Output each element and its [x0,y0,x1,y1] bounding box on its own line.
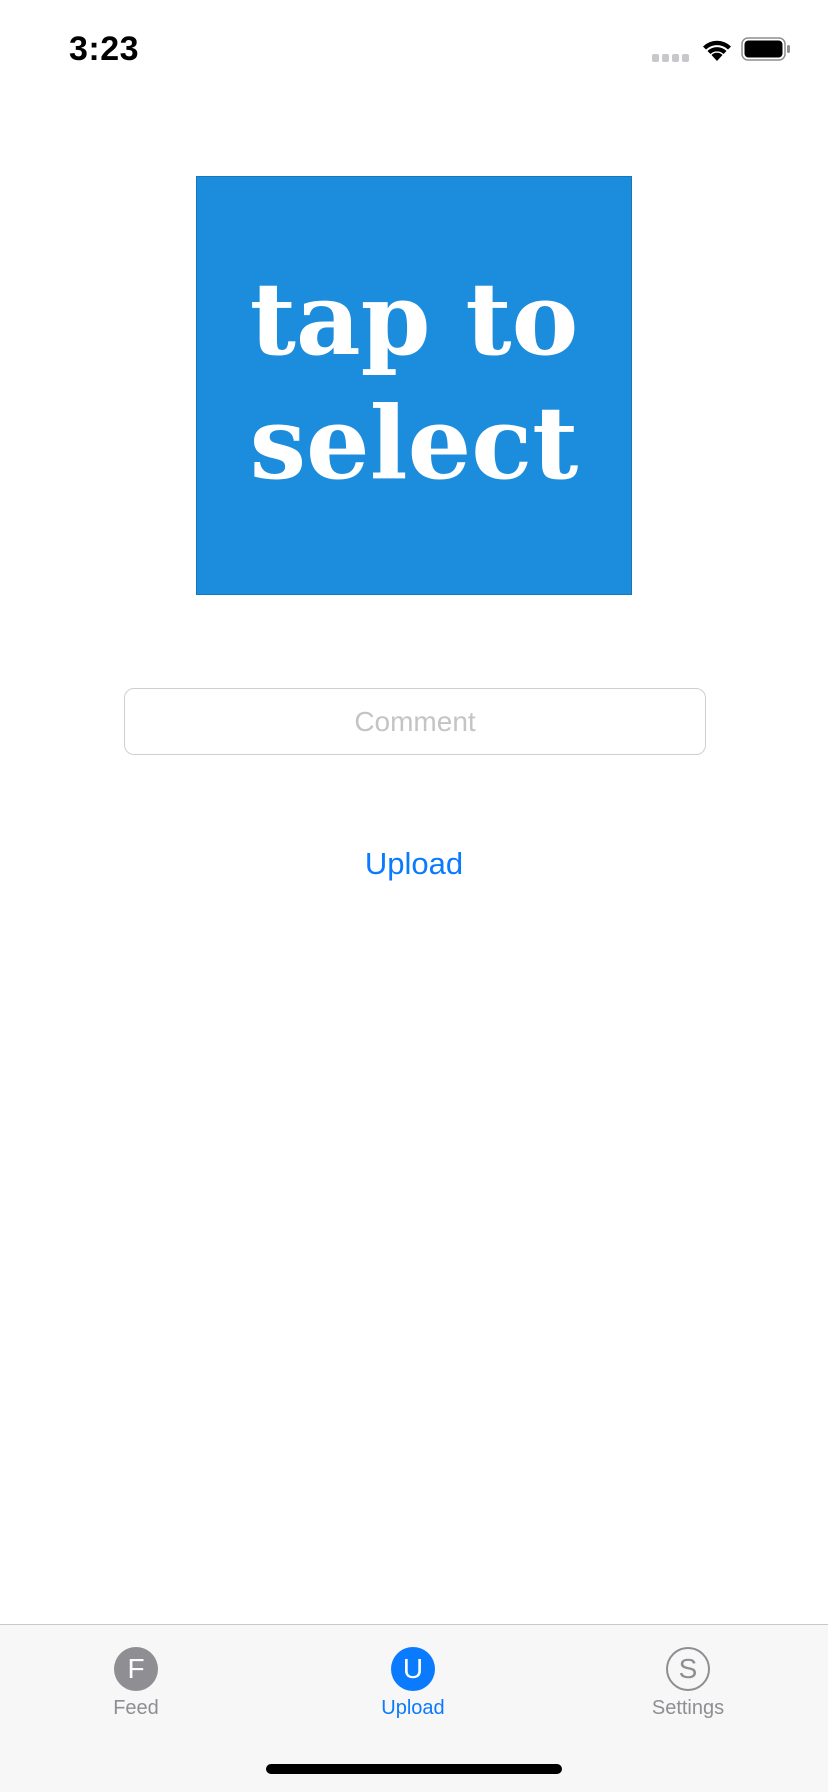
status-bar: 3:23 [0,0,828,96]
home-indicator [266,1764,562,1774]
feed-icon: F [114,1647,158,1691]
image-picker[interactable]: tap to select [196,176,632,595]
tab-upload[interactable]: U Upload [333,1647,493,1737]
tab-feed-label: Feed [113,1697,159,1719]
comment-field[interactable] [124,688,706,755]
tab-feed[interactable]: F Feed [56,1647,216,1737]
upload-button[interactable]: Upload [314,840,514,888]
signal-icon [652,54,689,62]
wifi-icon [703,40,731,61]
battery-icon [741,37,790,61]
tab-settings-label: Settings [651,1697,725,1719]
settings-icon: S [666,1647,710,1691]
tab-settings[interactable]: S Settings [608,1647,768,1737]
status-time: 3:23 [69,30,140,68]
upload-icon: U [391,1647,435,1691]
tab-upload-label: Upload [381,1697,445,1719]
image-picker-label: tap to select [249,259,579,502]
